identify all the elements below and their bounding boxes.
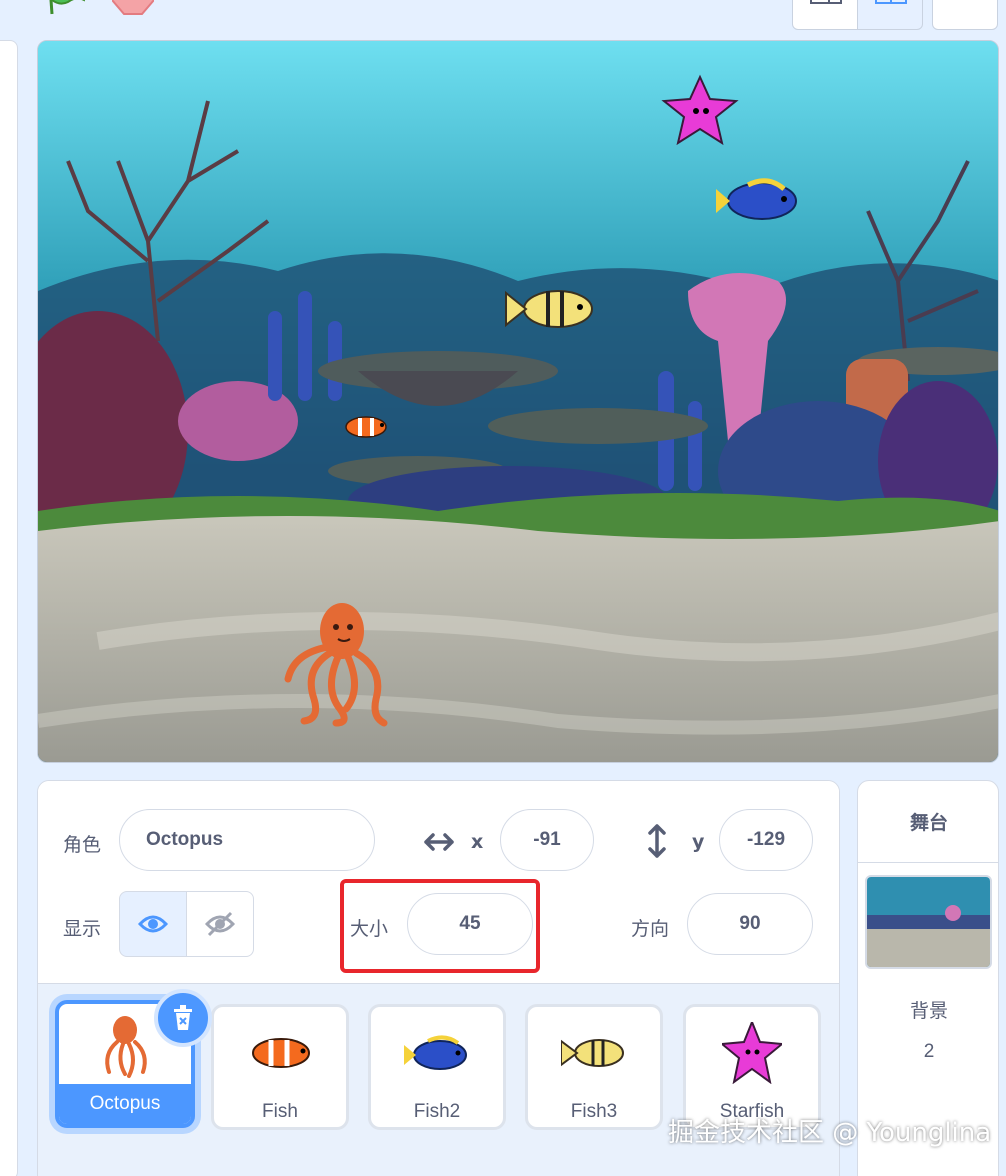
fish-sprite[interactable] [345,416,387,438]
starfish-thumbnail [686,1013,818,1093]
code-area-edge [0,40,18,1176]
sprite-tile-name: Fish [262,1101,298,1122]
horizontal-arrows-icon [422,825,456,863]
stage-title: 舞台 [858,781,998,863]
fish2-thumbnail [371,1013,503,1093]
sprite-tile-name: Octopus [59,1084,191,1124]
show-label: 显示 [63,918,102,940]
y-input[interactable]: -129 [719,809,813,871]
sprite-tile-fish3[interactable]: Fish3 [525,1004,663,1130]
stage-toolbar [0,0,1006,36]
fish-thumbnail [214,1013,346,1093]
sprite-tile-name: Fish2 [413,1101,461,1122]
trash-icon [174,1005,192,1030]
show-sprite-button[interactable] [119,891,187,957]
eye-icon [138,915,168,933]
backdrops-count: 2 [923,1041,935,1062]
direction-input[interactable]: 90 [687,893,813,955]
eye-slash-icon [205,911,235,937]
fullscreen-button[interactable] [932,0,998,30]
small-stage-icon [810,0,842,4]
direction-label: 方向 [631,918,670,940]
sprite-tile-fish2[interactable]: Fish2 [368,1004,506,1130]
vertical-arrows-icon [642,823,672,863]
large-stage-button[interactable] [857,0,923,30]
sprite-info: 角色 Octopus x -91 y -129 显示 大小 45 方向 90 [38,781,839,984]
sprite-tile-fish[interactable]: Fish [211,1004,349,1130]
stage-canvas[interactable] [37,40,999,763]
y-label: y [692,831,705,853]
highlight-box [340,879,540,973]
hide-sprite-button[interactable] [186,891,254,957]
backdrop-thumbnail[interactable] [865,875,992,969]
small-stage-button[interactable] [792,0,858,30]
fish3-thumbnail [528,1013,660,1093]
x-label: x [471,831,484,853]
x-input[interactable]: -91 [500,809,594,871]
watermark: 掘金技术社区 @ Younglina [668,1118,992,1148]
sprite-tile-name: Fish3 [570,1101,618,1122]
green-flag-icon[interactable] [46,0,90,16]
delete-sprite-button[interactable] [154,989,212,1047]
sprite-label: 角色 [63,834,102,856]
sprite-name-input[interactable]: Octopus [119,809,375,871]
stop-icon[interactable] [111,0,155,16]
backdrops-label: 背景 [909,1000,948,1022]
